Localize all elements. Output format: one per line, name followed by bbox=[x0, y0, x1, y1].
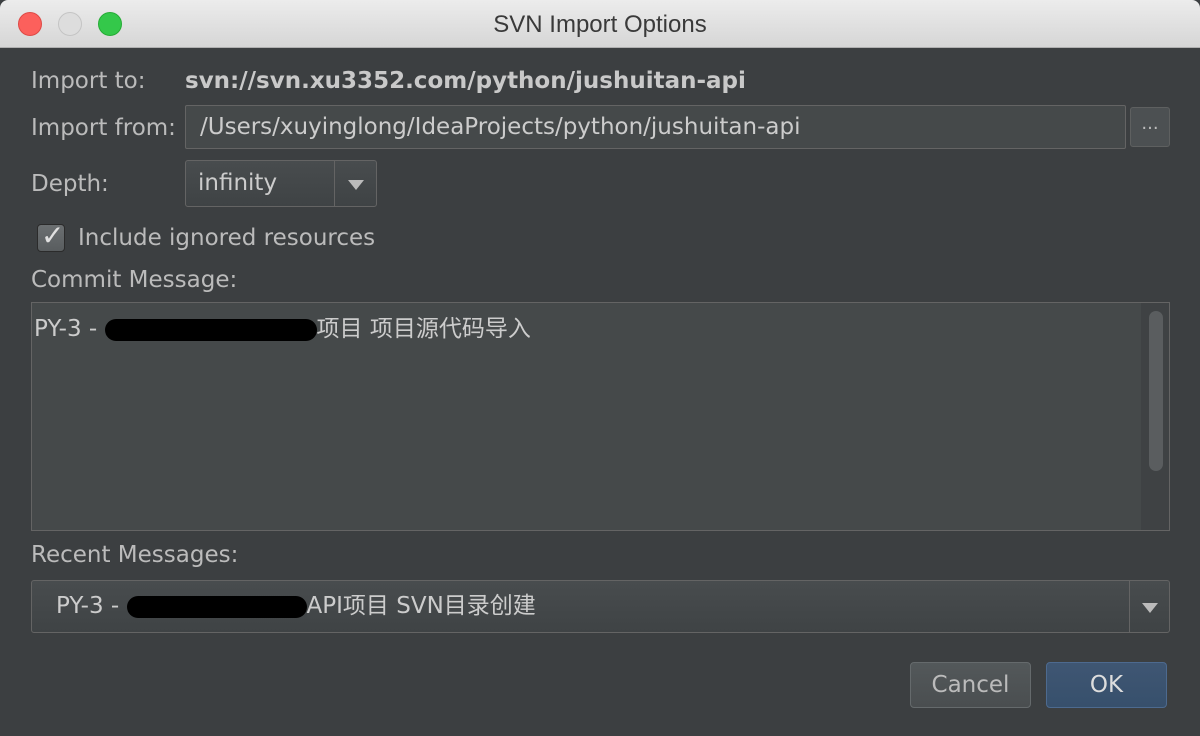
depth-dropdown[interactable]: infinity bbox=[185, 160, 377, 207]
recent-messages-selected: PY-3 - API项目 SVN目录创建 bbox=[56, 581, 536, 631]
recent-messages-dropdown[interactable]: PY-3 - API项目 SVN目录创建 bbox=[31, 580, 1170, 633]
ellipsis-icon: ... bbox=[1141, 113, 1159, 134]
recent-message-prefix: PY-3 - bbox=[56, 593, 127, 619]
depth-label: Depth: bbox=[31, 171, 109, 197]
include-ignored-label[interactable]: Include ignored resources bbox=[78, 225, 375, 251]
chevron-down-icon bbox=[347, 179, 364, 190]
svn-import-options-dialog: SVN Import Options Import to: svn://svn.… bbox=[0, 0, 1200, 736]
import-from-field[interactable]: /Users/xuyinglong/IdeaProjects/python/ju… bbox=[185, 105, 1126, 149]
commit-message-suffix: 项目 项目源代码导入 bbox=[316, 316, 531, 342]
redacted-text bbox=[104, 318, 317, 341]
commit-message-textarea[interactable]: PY-3 - 项目 项目源代码导入 bbox=[31, 302, 1170, 531]
ok-button[interactable]: OK bbox=[1046, 662, 1167, 708]
import-to-url: svn://svn.xu3352.com/python/jushuitan-ap… bbox=[185, 68, 746, 94]
browse-button[interactable]: ... bbox=[1130, 107, 1170, 147]
checkmark-icon: ✓ bbox=[41, 219, 65, 252]
recent-message-suffix: API项目 SVN目录创建 bbox=[306, 593, 536, 619]
commit-message-prefix: PY-3 - bbox=[34, 316, 105, 342]
import-to-label: Import to: bbox=[31, 68, 146, 94]
recent-messages-label: Recent Messages: bbox=[31, 542, 239, 568]
commit-message-label: Commit Message: bbox=[31, 267, 238, 293]
redacted-text bbox=[126, 595, 307, 618]
cancel-button[interactable]: Cancel bbox=[910, 662, 1031, 708]
import-from-label: Import from: bbox=[31, 115, 176, 141]
vertical-scrollbar[interactable] bbox=[1149, 311, 1163, 471]
recent-messages-dropdown-arrow[interactable] bbox=[1129, 581, 1169, 632]
depth-selected-value: infinity bbox=[198, 170, 278, 196]
title-bar: SVN Import Options bbox=[0, 0, 1200, 48]
chevron-down-icon bbox=[1141, 602, 1158, 613]
commit-message-text: PY-3 - 项目 项目源代码导入 bbox=[34, 309, 531, 343]
window-title: SVN Import Options bbox=[493, 11, 707, 38]
include-ignored-checkbox[interactable]: ✓ bbox=[37, 219, 65, 252]
depth-dropdown-arrow[interactable] bbox=[334, 161, 376, 206]
scrollbar-thumb[interactable] bbox=[1149, 311, 1163, 471]
